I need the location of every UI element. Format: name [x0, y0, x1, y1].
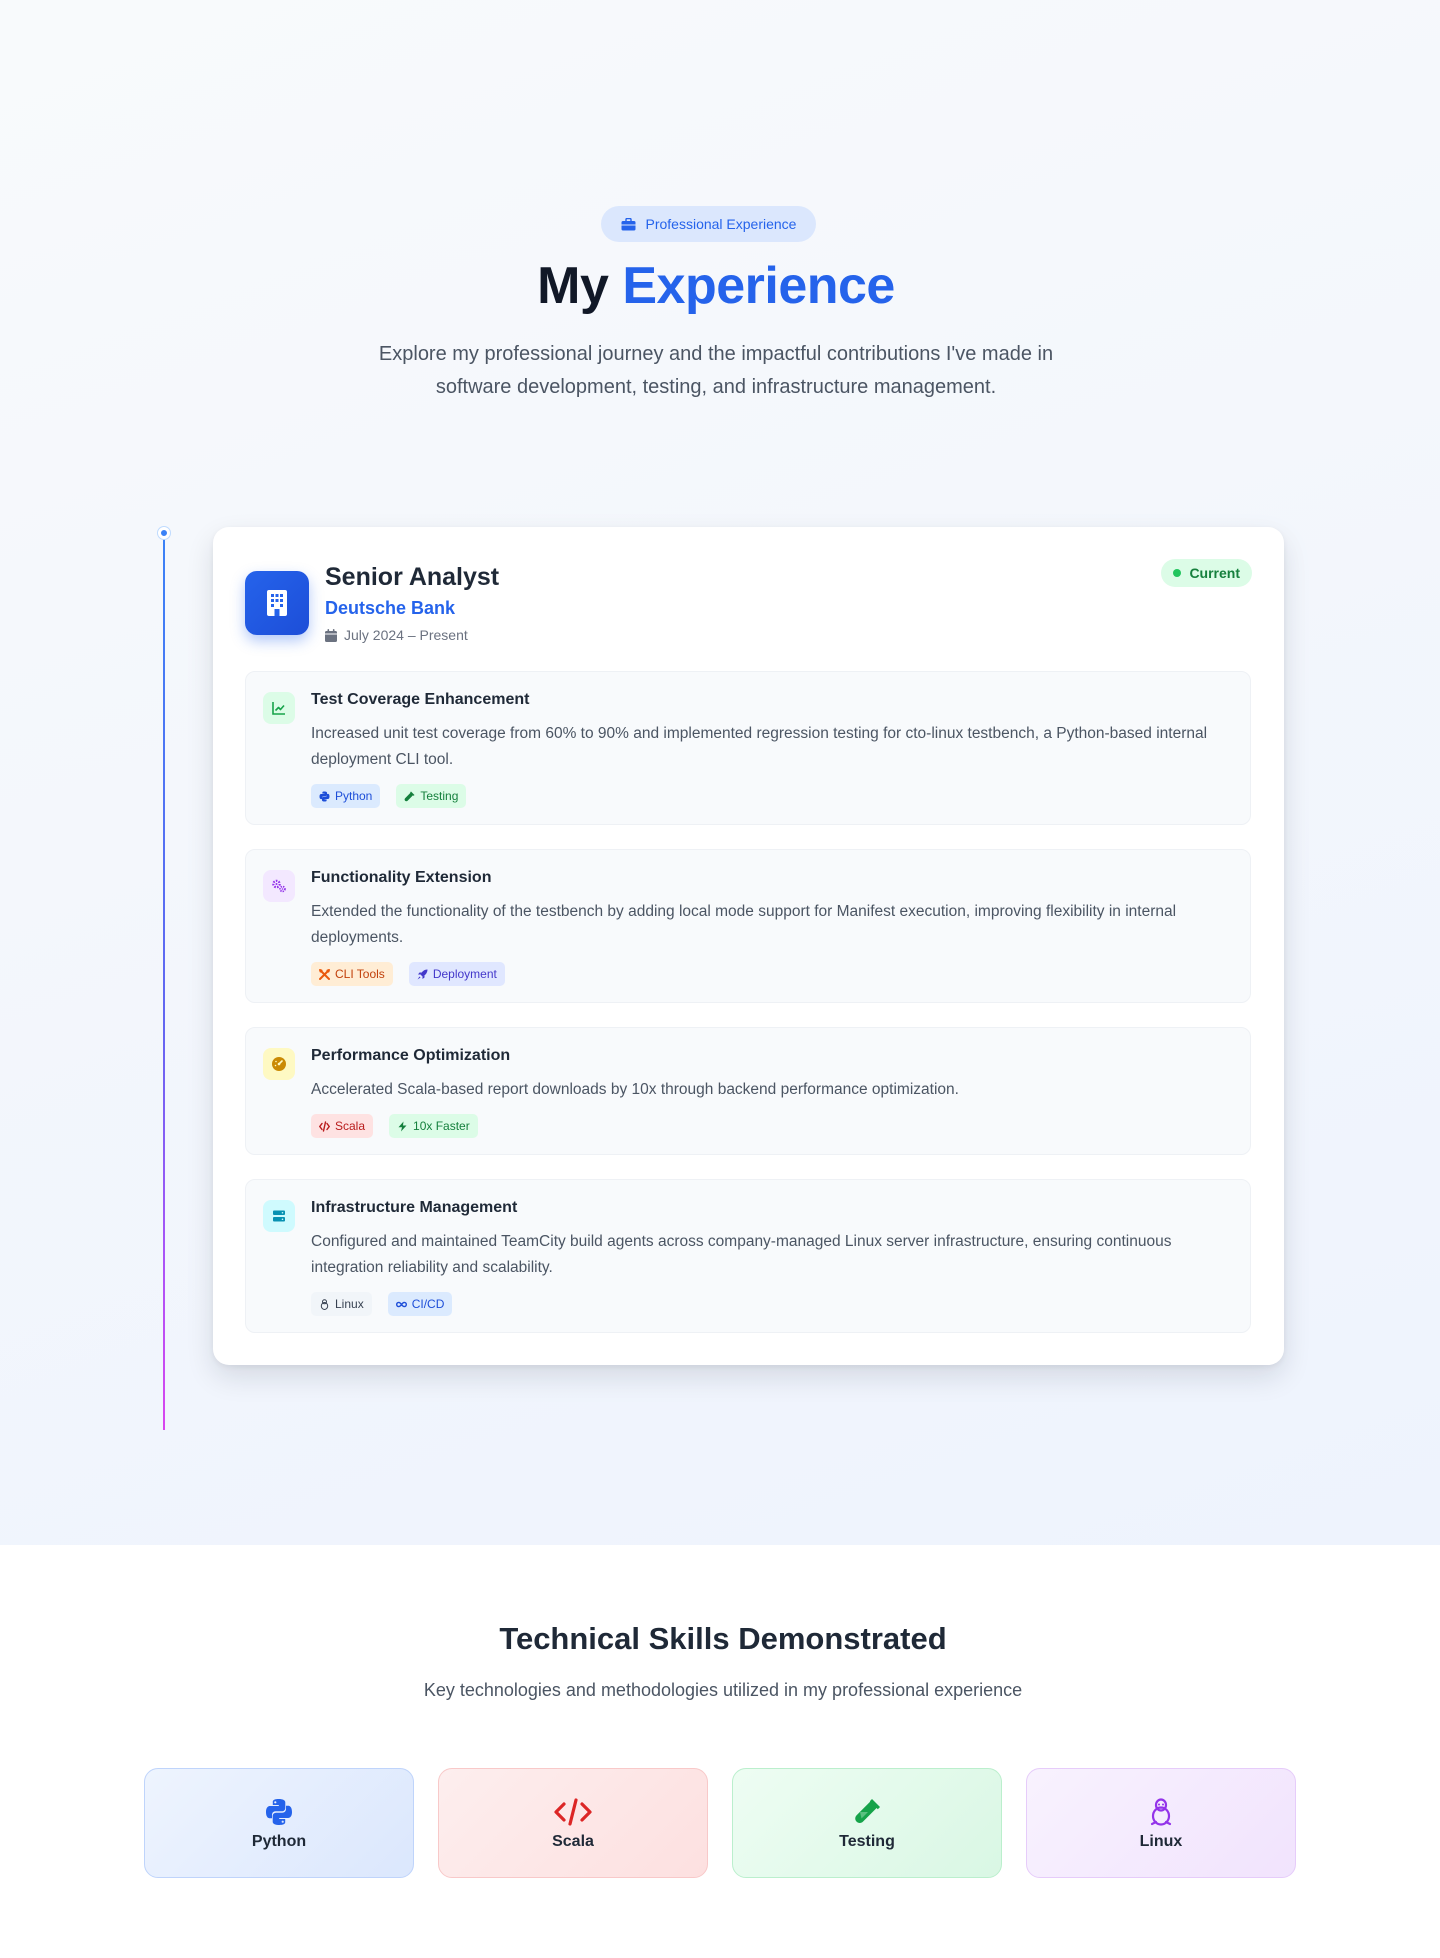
tag-cli-tools: CLI Tools [311, 962, 393, 986]
building-icon [267, 590, 287, 616]
status-label: Current [1189, 565, 1240, 581]
tag-label: CI/CD [411, 1297, 445, 1311]
tag-10x-faster: 10x Faster [389, 1114, 478, 1138]
achievement-card: Functionality Extension Extended the fun… [245, 849, 1251, 1003]
achievement-description: Configured and maintained TeamCity build… [311, 1233, 1172, 1276]
achievement-title: Functionality Extension [311, 869, 492, 886]
achievement-description: Accelerated Scala-based report downloads… [311, 1081, 959, 1098]
skill-label: Linux [1139, 1833, 1183, 1850]
job-dates-label: July 2024 – Present [344, 627, 468, 643]
tag-python: Python [311, 784, 381, 808]
tag-label: CLI Tools [335, 967, 385, 981]
job-dates: July 2024 – Present [325, 627, 468, 643]
skill-label: Python [251, 1833, 307, 1850]
tag-linux: Linux [311, 1292, 372, 1316]
tag-label: Scala [335, 1119, 366, 1133]
tag-list: Python Testing [311, 784, 467, 808]
section-badge: Professional Experience [601, 206, 816, 242]
python-icon [319, 791, 330, 801]
chart-line-icon [263, 692, 295, 724]
experience-section: Professional Experience My Experience Ex… [0, 0, 1440, 1545]
tag-label: Deployment [432, 967, 497, 981]
bolt-icon [398, 1121, 407, 1131]
tag-label: Testing [420, 789, 459, 803]
skills-subtitle: Key technologies and methodologies utili… [423, 1680, 1023, 1700]
achievement-card: Infrastructure Management Configured and… [245, 1179, 1251, 1333]
achievement-description: Extended the functionality of the testbe… [311, 903, 1177, 946]
tag-list: Linux CI/CD [311, 1292, 453, 1316]
linux-icon [1150, 1798, 1172, 1826]
cogs-icon [263, 870, 295, 902]
page-title: My Experience [0, 256, 1432, 316]
skill-card-testing[interactable]: Testing [732, 1768, 1002, 1878]
code-icon [319, 1120, 330, 1132]
achievement-card: Test Coverage Enhancement Increased unit… [245, 671, 1251, 825]
skill-label: Scala [552, 1833, 594, 1850]
tag-list: CLI Tools Deployment [311, 962, 505, 986]
title-accent: Experience [622, 257, 895, 315]
linux-icon [320, 1298, 329, 1310]
infinity-icon [395, 1301, 407, 1307]
job-company[interactable]: Deutsche Bank [325, 598, 455, 619]
tag-deployment: Deployment [408, 962, 505, 986]
page-subtitle: Explore my professional journey and the … [378, 343, 1054, 398]
achievement-title: Test Coverage Enhancement [311, 691, 530, 708]
achievement-title: Performance Optimization [311, 1047, 511, 1064]
briefcase-icon [621, 217, 635, 230]
status-badge: Current [1161, 559, 1252, 587]
code-icon [554, 1798, 592, 1826]
skills-title: Technical Skills Demonstrated [499, 1621, 947, 1656]
title-prefix: My [537, 257, 609, 315]
company-logo [245, 571, 309, 635]
status-dot [1173, 569, 1182, 577]
achievement-title: Infrastructure Management [311, 1199, 518, 1216]
gauge-icon [263, 1048, 295, 1080]
skill-card-scala[interactable]: Scala [438, 1768, 708, 1878]
tag-ci-cd: CI/CD [387, 1292, 453, 1316]
calendar-icon [325, 628, 337, 642]
timeline-dot [158, 527, 170, 539]
tag-label: 10x Faster [413, 1119, 470, 1133]
tag-scala: Scala [311, 1114, 374, 1138]
skill-card-python[interactable]: Python [144, 1768, 414, 1878]
tag-label: Python [335, 789, 373, 803]
section-badge-label: Professional Experience [645, 216, 797, 232]
tag-list: Scala 10x Faster [311, 1114, 478, 1138]
vial-icon [855, 1799, 880, 1823]
tag-testing: Testing [396, 784, 467, 808]
python-icon [266, 1799, 292, 1825]
achievement-card: Performance Optimization Accelerated Sca… [245, 1027, 1251, 1155]
job-title: Senior Analyst [325, 563, 500, 591]
server-icon [263, 1200, 295, 1232]
rocket-icon [417, 969, 428, 979]
job-card: Senior Analyst Deutsche Bank July 2024 –… [213, 527, 1284, 1365]
timeline-line [163, 532, 165, 1430]
vial-icon [404, 791, 415, 801]
tools-icon [319, 968, 330, 980]
tag-label: Linux [335, 1297, 364, 1311]
achievement-description: Increased unit test coverage from 60% to… [311, 725, 1208, 768]
skill-card-linux[interactable]: Linux [1026, 1768, 1296, 1878]
skill-label: Testing [839, 1833, 895, 1850]
